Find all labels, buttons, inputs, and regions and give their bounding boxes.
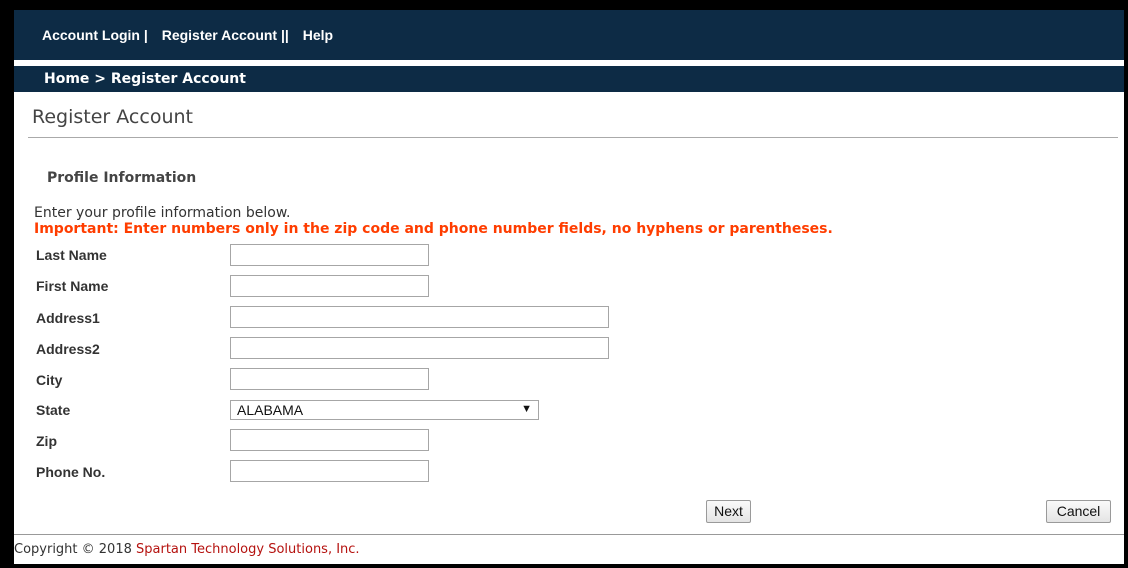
copyright-text: Copyright © 2018 (14, 542, 137, 557)
page-title: Register Account (32, 106, 193, 128)
last-name-label: Last Name (36, 247, 107, 263)
phone-input[interactable] (230, 460, 429, 482)
nav-separator: | (143, 27, 148, 43)
section-title: Profile Information (47, 170, 197, 186)
cancel-button[interactable]: Cancel (1046, 500, 1111, 523)
important-notice: Important: Enter numbers only in the zip… (34, 221, 833, 237)
zip-input[interactable] (230, 429, 429, 451)
address1-input[interactable] (230, 306, 609, 328)
last-name-input[interactable] (230, 244, 429, 266)
state-label: State (36, 402, 71, 418)
nav-separator: || (280, 27, 289, 43)
address2-input[interactable] (230, 337, 609, 359)
title-divider (28, 137, 1118, 138)
city-label: City (36, 372, 63, 388)
state-select[interactable]: ALABAMA ▼ (230, 400, 539, 420)
zip-label: Zip (36, 433, 57, 449)
first-name-input[interactable] (230, 275, 429, 297)
footer-divider (14, 534, 1124, 535)
help-link[interactable]: Help (303, 27, 333, 43)
breadcrumb: Home > Register Account (44, 71, 246, 87)
city-input[interactable] (230, 368, 429, 390)
next-button[interactable]: Next (706, 500, 751, 523)
first-name-label: First Name (36, 278, 109, 294)
register-account-link[interactable]: Register Account (162, 27, 277, 43)
state-select-value: ALABAMA (237, 402, 304, 418)
top-nav-links: Account Login | Register Account || Help (42, 27, 333, 43)
address1-label: Address1 (36, 310, 100, 326)
top-nav: Account Login | Register Account || Help (14, 10, 1124, 60)
account-login-link[interactable]: Account Login (42, 27, 140, 43)
phone-label: Phone No. (36, 464, 106, 480)
breadcrumb-bar: Home > Register Account (14, 66, 1124, 92)
company-link[interactable]: Spartan Technology Solutions, Inc. (136, 542, 360, 557)
intro-text: Enter your profile information below. (34, 205, 291, 221)
triangle-down-icon: ▼ (521, 403, 532, 415)
page-frame: Account Login | Register Account || Help… (14, 10, 1124, 564)
footer: Copyright © 2018 Spartan Technology Solu… (14, 542, 360, 557)
address2-label: Address2 (36, 341, 100, 357)
